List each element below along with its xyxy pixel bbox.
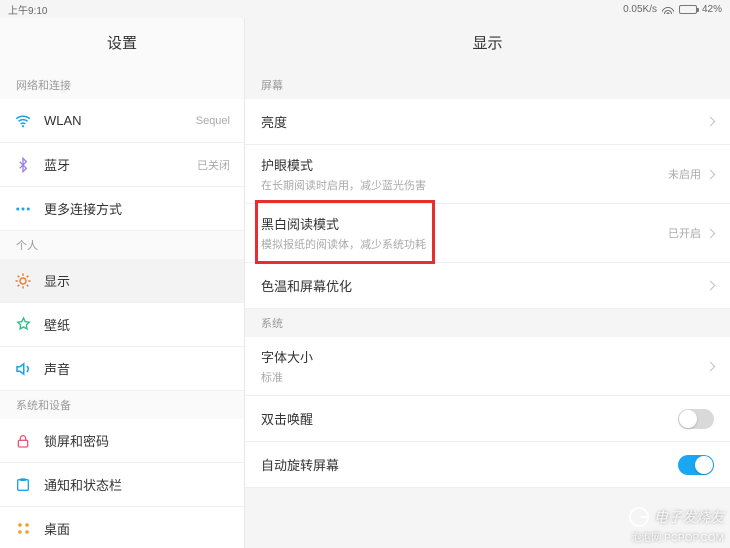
- lock-icon: [14, 432, 32, 450]
- settings-sidebar: 设置 网络和连接 WLAN Sequel 蓝牙已关闭更多连接方式个人显示壁纸声音系统和…: [0, 18, 245, 548]
- sidebar-item-label: 蓝牙: [44, 155, 185, 174]
- watermark: 电子发烧友 泡泡网 PCPOP.COM: [629, 507, 724, 546]
- sidebar-item-desktop[interactable]: 桌面: [0, 507, 244, 548]
- sidebar-item-label: 桌面: [44, 519, 230, 538]
- sidebar-item-wlan[interactable]: WLAN Sequel: [0, 99, 244, 143]
- row-title: 护眼模式: [261, 155, 668, 174]
- row-title: 双击唤醒: [261, 409, 678, 428]
- sidebar-item-sound[interactable]: 声音: [0, 347, 244, 391]
- net-speed: 0.05K/s: [623, 4, 657, 15]
- sound-icon: [14, 360, 32, 378]
- row-title: 黑白阅读模式: [261, 214, 668, 233]
- sidebar-item-label: 通知和状态栏: [44, 475, 230, 494]
- row-state: 未启用: [668, 166, 701, 182]
- status-time: 上午9:10: [8, 2, 47, 17]
- dots-icon: [14, 200, 32, 218]
- chevron-right-icon: [706, 117, 716, 127]
- row-font-size[interactable]: 字体大小标准: [245, 337, 730, 396]
- sidebar-item-value: Sequel: [196, 115, 230, 127]
- row-subtitle: 标准: [261, 369, 707, 385]
- wifi-icon: [14, 112, 32, 130]
- sidebar-item-label: 壁纸: [44, 315, 230, 334]
- sidebar-item-wallpaper[interactable]: 壁纸: [0, 303, 244, 347]
- wifi-status-icon: [662, 5, 674, 14]
- bluetooth-icon: [14, 156, 32, 174]
- sidebar-item-value: 已关闭: [197, 157, 230, 173]
- row-title: 字体大小: [261, 347, 707, 366]
- toggle-double-tap[interactable]: [678, 409, 714, 429]
- sidebar-item-label: 更多连接方式: [44, 199, 230, 218]
- detail-panel: 显示 屏幕亮度护眼模式在长期阅读时启用，减少蓝光伤害未启用黑白阅读模式模拟报纸的…: [245, 18, 730, 548]
- sidebar-item-notif[interactable]: 通知和状态栏: [0, 463, 244, 507]
- status-right: 0.05K/s 42%: [623, 4, 722, 15]
- row-eye-mode[interactable]: 护眼模式在长期阅读时启用，减少蓝光伤害未启用: [245, 145, 730, 204]
- row-bw-mode[interactable]: 黑白阅读模式模拟报纸的阅读体，减少系统功耗已开启: [245, 204, 730, 263]
- sidebar-item-display[interactable]: 显示: [0, 259, 244, 303]
- row-title: 色温和屏幕优化: [261, 276, 707, 295]
- sidebar-item-lock[interactable]: 锁屏和密码: [0, 419, 244, 463]
- row-auto-rotate[interactable]: 自动旋转屏幕: [245, 442, 730, 488]
- wallpaper-icon: [14, 316, 32, 334]
- sidebar-item-bluetooth[interactable]: 蓝牙已关闭: [0, 143, 244, 187]
- sidebar-item-more-conn[interactable]: 更多连接方式: [0, 187, 244, 231]
- row-color-opt[interactable]: 色温和屏幕优化: [245, 263, 730, 309]
- sidebar-item-label: 锁屏和密码: [44, 431, 230, 450]
- chevron-right-icon: [706, 228, 716, 238]
- status-bar: 上午9:10 0.05K/s 42%: [0, 0, 730, 18]
- display-icon: [14, 272, 32, 290]
- notif-icon: [14, 476, 32, 494]
- row-brightness[interactable]: 亮度: [245, 99, 730, 145]
- battery-pct: 42%: [702, 4, 722, 15]
- toggle-auto-rotate[interactable]: [678, 455, 714, 475]
- row-double-tap[interactable]: 双击唤醒: [245, 396, 730, 442]
- watermark-logo-icon: [629, 507, 649, 527]
- section-label: 个人: [0, 231, 244, 259]
- section-label: 系统和设备: [0, 391, 244, 419]
- sidebar-item-label: WLAN: [44, 113, 184, 128]
- chevron-right-icon: [706, 169, 716, 179]
- row-title: 亮度: [261, 112, 707, 131]
- sidebar-title: 设置: [0, 18, 244, 71]
- group-label: 屏幕: [245, 71, 730, 99]
- row-state: 已开启: [668, 225, 701, 241]
- row-subtitle: 在长期阅读时启用，减少蓝光伤害: [261, 177, 668, 193]
- group-label: 系统: [245, 309, 730, 337]
- sidebar-item-label: 声音: [44, 359, 230, 378]
- row-subtitle: 模拟报纸的阅读体，减少系统功耗: [261, 236, 668, 252]
- chevron-right-icon: [706, 281, 716, 291]
- chevron-right-icon: [706, 361, 716, 371]
- sidebar-item-label: 显示: [44, 271, 230, 290]
- home-icon: [14, 520, 32, 538]
- battery-icon: [679, 5, 697, 14]
- row-title: 自动旋转屏幕: [261, 455, 678, 474]
- section-label: 网络和连接: [0, 71, 244, 99]
- panel-title: 显示: [245, 18, 730, 71]
